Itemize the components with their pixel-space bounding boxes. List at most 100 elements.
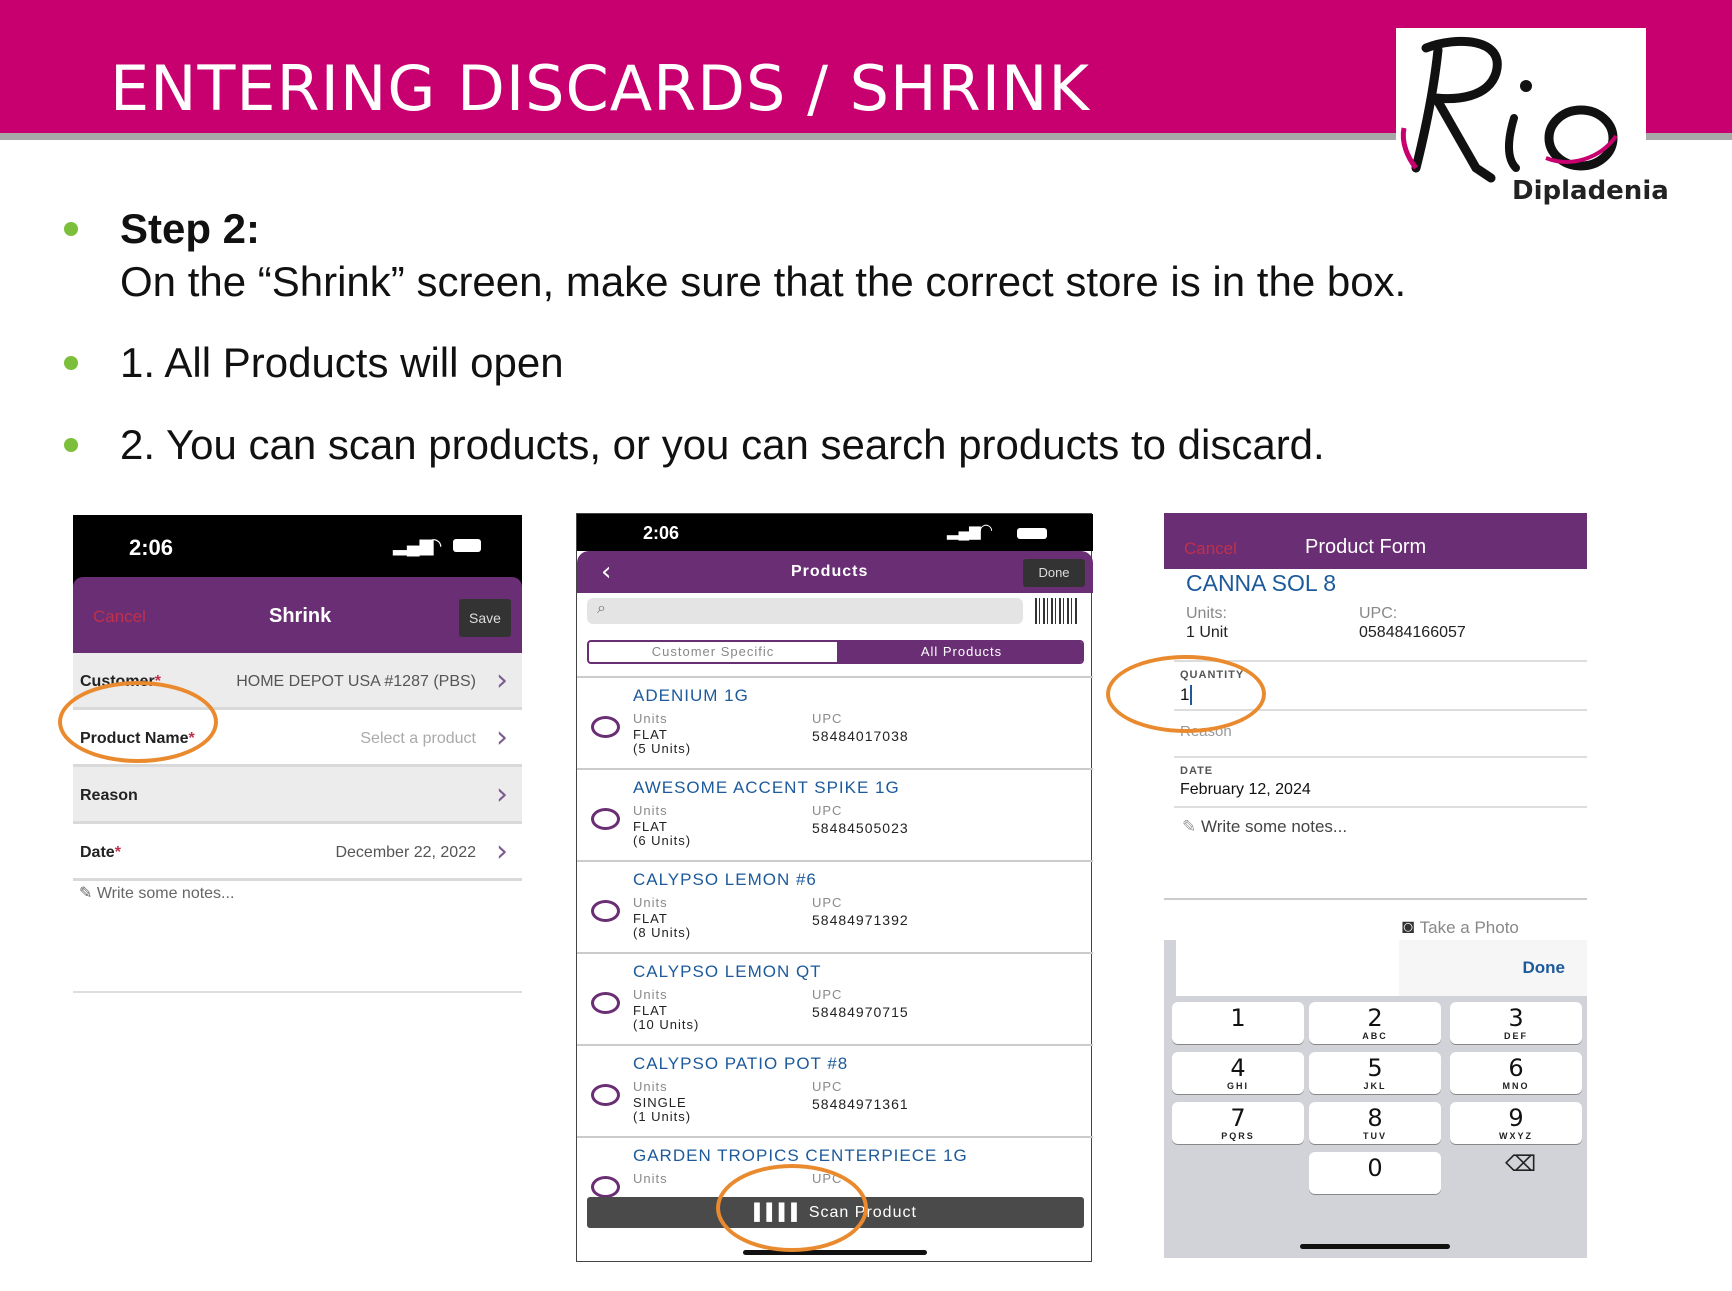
- key-digit: 8: [1367, 1104, 1383, 1132]
- home-indicator: [743, 1250, 927, 1255]
- pack-size: FLAT (10 Units): [633, 1003, 700, 1032]
- highlight-quantity: [1106, 655, 1266, 733]
- upc-label: UPC: [812, 1079, 843, 1094]
- upc-value: 058484166057: [1359, 624, 1466, 641]
- done-button[interactable]: Done: [1523, 958, 1566, 978]
- wifi-icon: ◠: [425, 535, 443, 557]
- pack-size: FLAT (5 Units): [633, 727, 692, 756]
- product-row[interactable]: ADENIUM 1G Units UPC FLAT (5 Units) 58484017…: [577, 678, 1093, 770]
- product-row[interactable]: CALYPSO LEMON QT Units UPC FLAT (10 Units) 5…: [577, 954, 1093, 1046]
- divider: [1174, 806, 1587, 808]
- logo-subtext: Dipladenia: [1512, 176, 1669, 206]
- backspace-icon[interactable]: ⌫: [1505, 1152, 1536, 1177]
- wifi-icon: ◠: [979, 522, 993, 539]
- cancel-button[interactable]: Cancel: [93, 607, 146, 627]
- key-8[interactable]: 8 TUV: [1309, 1102, 1441, 1144]
- save-button[interactable]: Save: [459, 599, 511, 637]
- status-time: 2:06: [129, 535, 174, 560]
- highlight-product-name: [58, 681, 218, 763]
- products-screen: 2:06 ▂▄▆ ◠ ‹ Products Done ⌕ Customer Sp…: [576, 513, 1093, 1262]
- key-3[interactable]: 3 DEF: [1450, 1002, 1582, 1044]
- product-name: CALYPSO LEMON QT: [633, 962, 822, 981]
- key-letters: TUV: [1363, 1131, 1387, 1141]
- product-row[interactable]: CALYPSO LEMON #6 Units UPC FLAT (8 Units) 58…: [577, 862, 1093, 954]
- radio-button[interactable]: [591, 1084, 620, 1106]
- radio-button[interactable]: [591, 1176, 620, 1198]
- key-4[interactable]: 4 GHI: [1172, 1052, 1304, 1094]
- upc-label: UPC:: [1359, 605, 1398, 622]
- bullet-dot: [64, 438, 78, 452]
- key-letters: ABC: [1362, 1031, 1388, 1041]
- tab-customer-specific[interactable]: Customer Specific: [589, 642, 837, 662]
- keypad: 1 2 ABC 3 DEF 4 GHI 5 JKL 6 MNO 7 PQRS 8 TUV 9 WXYZ 0: [1164, 1002, 1587, 1258]
- reason-row[interactable]: Reason ›: [73, 767, 522, 824]
- bullet-item-2: 2. You can scan products, or you can sea…: [120, 421, 1325, 468]
- key-5[interactable]: 5 JKL: [1309, 1052, 1441, 1094]
- slide-title: ENTERING DISCARDS / SHRINK: [110, 52, 1091, 125]
- product-row[interactable]: CALYPSO PATIO POT #8 Units UPC SINGLE (1 Un…: [577, 1046, 1093, 1138]
- step-text: On the “Shrink” screen, make sure that t…: [120, 258, 1407, 305]
- product-row[interactable]: AWESOME ACCENT SPIKE 1G Units UPC FLAT (6 U…: [577, 770, 1093, 862]
- highlight-scan-product: [716, 1164, 868, 1252]
- segment-control: Customer Specific All Products: [587, 640, 1084, 664]
- key-digit: 1: [1230, 1004, 1246, 1032]
- barcode-icon[interactable]: [1035, 598, 1079, 624]
- edit-icon: ✎: [79, 885, 97, 902]
- units-label: Units: [633, 987, 668, 1002]
- key-7[interactable]: 7 PQRS: [1172, 1102, 1304, 1144]
- product-name: CALYPSO LEMON #6: [633, 870, 817, 889]
- bullet-dot: [64, 356, 78, 370]
- notes-field[interactable]: ✎ Write some notes...: [79, 883, 234, 903]
- units-label: Units: [633, 711, 668, 726]
- date-value[interactable]: February 12, 2024: [1180, 781, 1311, 799]
- cancel-button[interactable]: Cancel: [1184, 539, 1237, 559]
- radio-button[interactable]: [591, 716, 620, 738]
- search-icon: ⌕: [597, 600, 606, 617]
- chevron-right-icon: ›: [496, 720, 508, 755]
- pack-size: FLAT (8 Units): [633, 911, 692, 940]
- key-digit: 3: [1508, 1004, 1524, 1032]
- tab-all-products[interactable]: All Products: [837, 642, 1082, 662]
- pack-size: FLAT (6 Units): [633, 819, 692, 848]
- chevron-right-icon: ›: [496, 834, 508, 869]
- upc-value: 58484971392: [812, 912, 909, 928]
- status-bar: 2:06 ▂▄▆ ◠: [577, 514, 1093, 551]
- bullet-item-1: 1. All Products will open: [120, 339, 564, 386]
- key-digit: 2: [1367, 1004, 1383, 1032]
- upc-value: 58484017038: [812, 728, 909, 744]
- bullet-dot: [64, 222, 78, 236]
- radio-button[interactable]: [591, 992, 620, 1014]
- upc-value: 58484970715: [812, 1004, 909, 1020]
- date-label: DATE: [1180, 765, 1214, 777]
- divider: [1164, 898, 1587, 900]
- key-letters: WXYZ: [1499, 1131, 1533, 1141]
- signal-icon: ▂▄▆: [947, 523, 981, 540]
- home-indicator: [1300, 1244, 1450, 1249]
- products-nav-bar: ‹ Products Done: [577, 551, 1093, 593]
- units-label: Units: [633, 1171, 668, 1186]
- product-name: GARDEN TROPICS CENTERPIECE 1G: [633, 1146, 968, 1165]
- units-value: 1 Unit: [1186, 624, 1228, 641]
- key-digit: 5: [1367, 1054, 1383, 1082]
- divider: [1174, 756, 1587, 758]
- notes-field[interactable]: ✎ Write some notes...: [1182, 817, 1347, 837]
- search-input[interactable]: ⌕: [587, 598, 1023, 624]
- keyboard-toolbar: Done: [1399, 940, 1587, 996]
- key-letters: GHI: [1226, 1081, 1249, 1091]
- date-row[interactable]: Date* December 22, 2022 ›: [73, 824, 522, 881]
- key-9[interactable]: 9 WXYZ: [1450, 1102, 1582, 1144]
- radio-button[interactable]: [591, 900, 620, 922]
- key-0[interactable]: 0: [1309, 1152, 1441, 1194]
- shrink-nav-bar: Cancel Shrink Save: [73, 577, 522, 653]
- done-button[interactable]: Done: [1023, 559, 1085, 587]
- back-icon[interactable]: ‹: [601, 557, 611, 587]
- key-6[interactable]: 6 MNO: [1450, 1052, 1582, 1094]
- take-photo-button[interactable]: ◙ Take a Photo: [1402, 916, 1519, 939]
- chevron-right-icon: ›: [496, 777, 508, 812]
- customer-value: HOME DEPOT USA #1287 (PBS): [236, 673, 476, 690]
- key-2[interactable]: 2 ABC: [1309, 1002, 1441, 1044]
- keyboard-accessory-spacer: [1176, 940, 1399, 996]
- upc-value: 58484505023: [812, 820, 909, 836]
- radio-button[interactable]: [591, 808, 620, 830]
- key-1[interactable]: 1: [1172, 1002, 1304, 1044]
